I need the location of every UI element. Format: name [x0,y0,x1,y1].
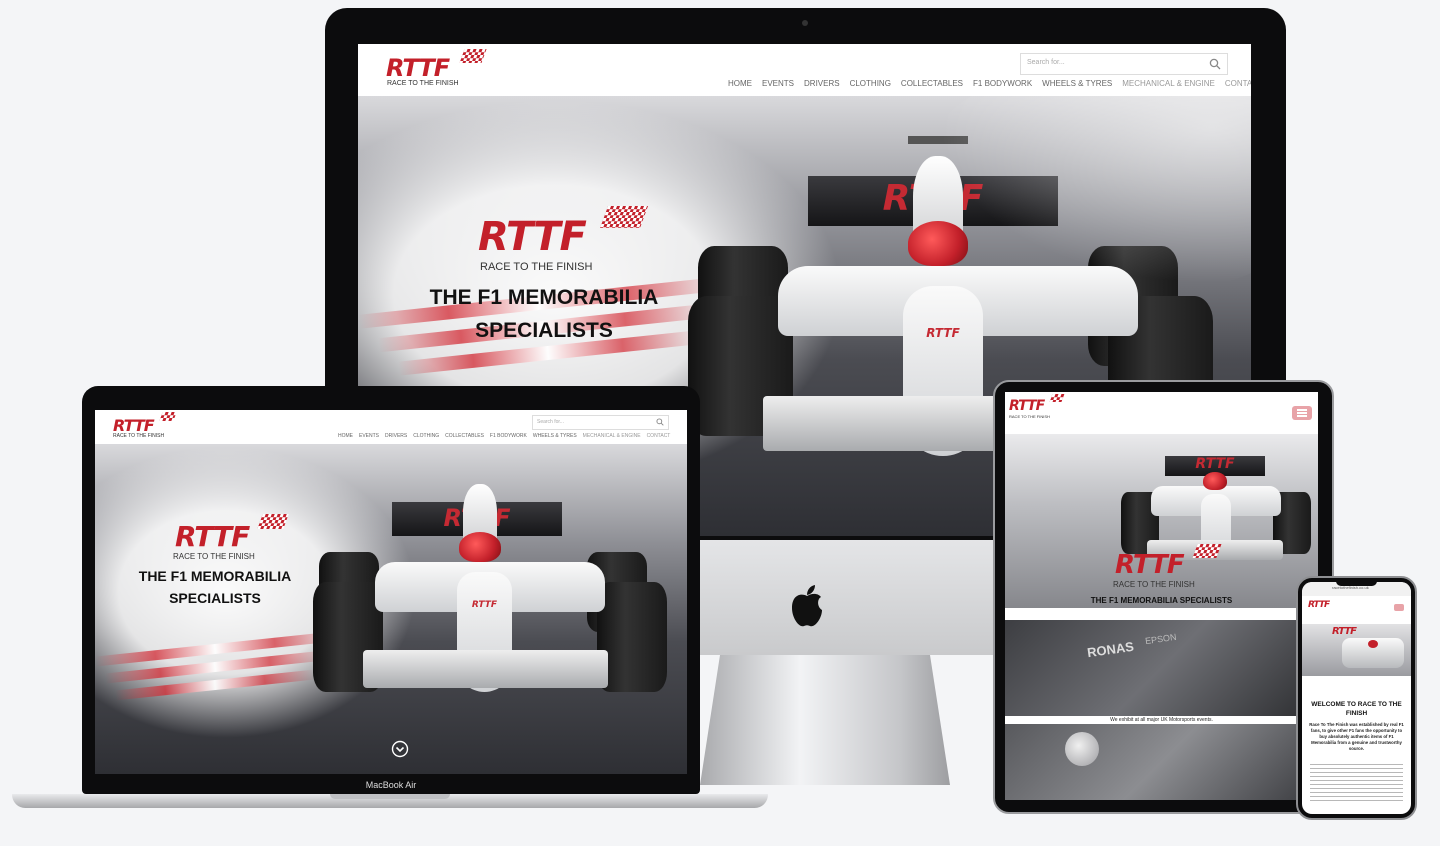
imac-hero-logo: RTTF [478,214,587,260]
car-rear-wing-logo: RTTF [1195,456,1235,472]
hamburger-menu-icon[interactable] [1292,406,1312,420]
search-icon[interactable] [1209,58,1221,70]
nav-item-drivers[interactable]: DRIVERS [804,79,840,88]
laptop-header-logo-flag-icon [159,412,177,421]
imac-header-logo[interactable]: RTTF [386,54,450,82]
apple-logo-icon [792,585,822,627]
nav-item-mechanical-engine[interactable]: MECHANICAL & ENGINE [1122,79,1215,88]
tablet-header-logo[interactable]: RTTF [1009,398,1045,414]
phone-hero-logo: RTTF [1332,626,1357,637]
nav-item-contact[interactable]: CONTACT [647,433,671,439]
imac-header-logo-flag-icon [459,49,487,63]
phone-hero-banner: RTTF [1302,624,1411,676]
tablet-header-logo-flag-icon [1049,394,1065,402]
car-nose-logo: RTTF [471,600,498,610]
nav-item-events[interactable]: EVENTS [762,79,794,88]
laptop-hero-tagline: RACE TO THE FINISH [173,552,255,561]
nav-item-f1-bodywork[interactable]: F1 BODYWORK [973,79,1032,88]
imac-stand [700,655,950,785]
driver-helmet-photo [1065,732,1099,766]
nav-item-drivers[interactable]: DRIVERS [385,433,407,439]
nav-item-wheels-tyres[interactable]: WHEELS & TYRES [533,433,577,439]
tablet-gallery-panel-2 [1005,724,1318,800]
phone-hero-car-helmet [1368,640,1378,648]
chevron-down-circle-icon[interactable] [391,740,409,758]
sponsor-text-2: EPSON [1144,631,1178,647]
laptop-device: RTTF RACE TO THE FINISH Search for... HO… [82,386,700,806]
laptop-search-placeholder: Search for... [537,419,564,425]
car-front-wing [363,650,608,688]
laptop-header-tagline: RACE TO THE FINISH [113,433,165,439]
tablet-site-header: RTTF RACE TO THE FINISH [1005,392,1318,434]
nav-item-clothing[interactable]: CLOTHING [413,433,439,439]
imac-search-placeholder: Search for... [1027,59,1065,66]
tablet-hero-banner: RTTF RTTF RACE TO THE FINISH THE F1 MEMO… [1005,434,1318,608]
tablet-website: RTTF RACE TO THE FINISH RTTF RTTF RACE T… [1005,392,1318,800]
search-icon[interactable] [656,418,664,426]
tablet-hero-logo: RTTF [1115,550,1185,580]
nav-item-collectables[interactable]: COLLECTABLES [445,433,484,439]
phone-intro-text: Race To The Finish was established by re… [1309,722,1404,751]
nav-item-wheels-tyres[interactable]: WHEELS & TYRES [1042,79,1112,88]
phone-welcome-title: WELCOME TO RACE TO THE FINISH [1311,701,1402,717]
imac-hero-title-line1: THE F1 MEMORABILIA [429,286,659,309]
nav-item-home[interactable]: HOME [338,433,353,439]
phone-device: racetothefinish.co.uk RTTF RTTF WELCOME … [1296,576,1417,820]
laptop-model-label: MacBook Air [365,780,417,790]
laptop-hero-logo-flag-icon [257,514,289,529]
nav-item-events[interactable]: EVENTS [359,433,379,439]
imac-header-tagline: RACE TO THE FINISH [387,80,459,87]
sponsor-text-1: RONAS [1086,638,1135,661]
laptop-hero-logo: RTTF [175,520,250,553]
car-driver-helmet [459,532,501,562]
laptop-website: RTTF RACE TO THE FINISH Search for... HO… [95,410,687,774]
laptop-hero-banner: RTTF RACE TO THE FINISH THE F1 MEMORABIL… [95,444,687,774]
phone-header-logo[interactable]: RTTF [1308,600,1330,610]
laptop-site-header: RTTF RACE TO THE FINISH Search for... HO… [95,410,687,444]
car-nose-logo: RTTF [926,326,960,340]
tablet-gallery-panel: RONAS EPSON [1005,620,1318,716]
nav-item-contact[interactable]: CONTACT [1225,79,1251,88]
imac-hero-title-line2: SPECIALISTS [475,319,613,342]
imac-main-nav: HOME EVENTS DRIVERS CLOTHING COLLECTABLE… [728,79,1251,88]
phone-website: racetothefinish.co.uk RTTF RTTF WELCOME … [1302,582,1411,814]
laptop-main-nav: HOME EVENTS DRIVERS CLOTHING COLLECTABLE… [338,433,670,439]
imac-hero-logo-flag-icon [599,206,649,228]
tablet-hero-logo-flag-icon [1192,544,1222,558]
nav-item-f1-bodywork[interactable]: F1 BODYWORK [490,433,527,439]
laptop-hero-title-line1: THE F1 MEMORABILIA [138,568,292,584]
tablet-caption: We exhibit at all major UK Motorsports e… [1005,716,1318,724]
phone-body-text-placeholder [1310,764,1403,804]
laptop-hero-title-line2: SPECIALISTS [169,590,261,606]
laptop-notch [330,794,450,799]
nav-item-mechanical-engine[interactable]: MECHANICAL & ENGINE [583,433,641,439]
imac-search-input[interactable]: Search for... [1020,53,1228,75]
nav-item-clothing[interactable]: CLOTHING [850,79,891,88]
phone-notch [1336,580,1377,586]
nav-item-collectables[interactable]: COLLECTABLES [901,79,963,88]
nav-item-home[interactable]: HOME [728,79,752,88]
imac-hero-tagline: RACE TO THE FINISH [480,261,593,273]
tablet-hero-tagline: RACE TO THE FINISH [1113,580,1195,589]
imac-aluminium-body [700,540,995,655]
laptop-search-input[interactable]: Search for... [532,415,669,430]
tablet-device: RTTF RACE TO THE FINISH RTTF RTTF RACE T… [993,380,1334,814]
hamburger-menu-icon[interactable] [1394,604,1404,611]
car-driver-helmet [1203,472,1227,490]
tablet-header-tagline: RACE TO THE FINISH [1009,414,1050,419]
imac-site-header: RTTF RACE TO THE FINISH Search for... HO… [358,44,1251,96]
imac-camera [802,20,808,26]
laptop-hero-car-image: RTTF RTTF [307,472,677,742]
tablet-hero-title: THE F1 MEMORABILIA SPECIALISTS [1090,596,1233,605]
